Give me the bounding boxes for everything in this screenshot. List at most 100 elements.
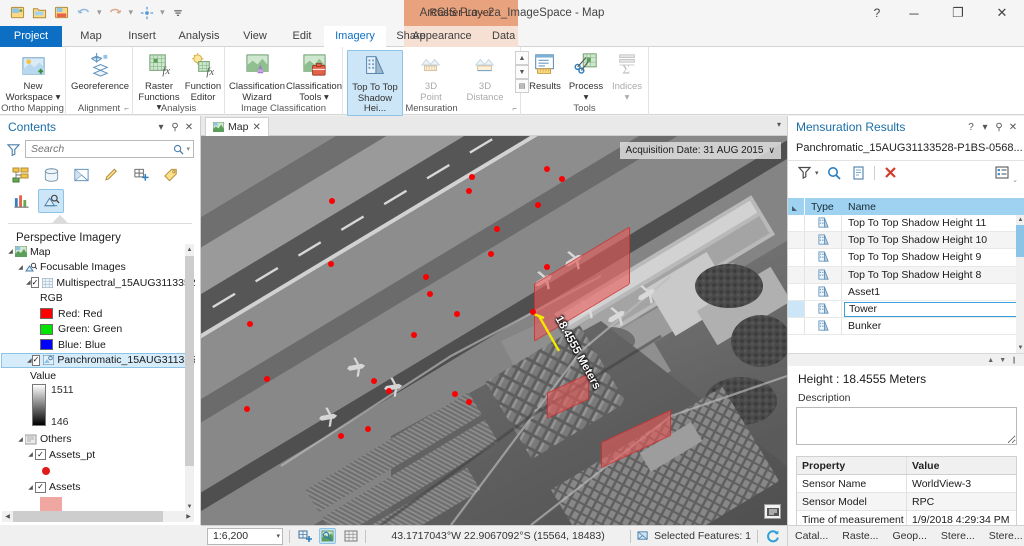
asset-point[interactable] (559, 176, 565, 182)
splitter-down-icon[interactable]: ▼ (999, 357, 1006, 364)
row-name[interactable]: Bunker (842, 320, 1024, 332)
row-selector[interactable] (788, 232, 805, 249)
layer-checkbox[interactable]: ✓ (30, 277, 40, 289)
table-row-selected[interactable]: Tower (788, 300, 1024, 319)
asset-point[interactable] (469, 174, 475, 180)
undo-icon[interactable] (74, 3, 93, 22)
tree-item-multispectral[interactable]: ◢ ✓ Multispectral_15AUG31133528-M (0, 275, 195, 291)
tab-imagery[interactable]: Imagery (324, 26, 386, 47)
tab-map[interactable]: Map (66, 26, 116, 47)
3d-point-button[interactable]: 3D Point (405, 50, 457, 103)
filter-funnel-icon[interactable] (6, 142, 21, 156)
open-project-icon[interactable] (30, 3, 49, 22)
asset-point[interactable] (386, 388, 392, 394)
tree-item-panchromatic[interactable]: ◢ ✓ Panchromatic_15AUG31133528-P (1, 352, 195, 368)
options-icon[interactable] (993, 164, 1010, 182)
alignment-dialog-launcher[interactable]: ⌐ (124, 104, 129, 113)
asset-point[interactable] (530, 309, 536, 315)
list-by-perspective-imagery-icon[interactable] (38, 189, 64, 213)
grid-column-type[interactable]: Type (805, 201, 842, 213)
select-by-rectangle-icon[interactable] (296, 528, 313, 544)
grid-view-icon[interactable] (342, 528, 359, 544)
row-selector[interactable] (788, 283, 805, 300)
asset-point[interactable] (329, 198, 335, 204)
search-dropdown-caret-icon[interactable]: ▾ (184, 145, 190, 153)
zoom-to-icon[interactable] (826, 164, 843, 182)
asset-point[interactable] (466, 188, 472, 194)
function-editor-button[interactable]: fx Function Editor (181, 50, 225, 103)
minimize-button[interactable]: ─ (892, 0, 936, 26)
asset-point[interactable] (454, 311, 460, 317)
expand-arrow-icon[interactable]: ◢ (16, 264, 25, 271)
list-by-labeling-icon[interactable] (158, 163, 184, 187)
help-icon[interactable]: ? (964, 122, 978, 133)
results-button[interactable]: Results (525, 50, 565, 93)
row-selector[interactable] (788, 318, 805, 335)
asset-point[interactable] (244, 406, 250, 412)
list-by-selection-icon[interactable] (68, 163, 94, 187)
asset-point[interactable] (328, 261, 334, 267)
pin-icon[interactable]: ⚲ (168, 122, 182, 133)
copy-icon[interactable] (850, 164, 867, 182)
tab-appearance[interactable]: Appearance (404, 26, 480, 47)
chevron-down-icon[interactable]: ▾ (276, 532, 280, 540)
table-row[interactable]: Top To Top Shadow Height 8 (788, 266, 1024, 284)
expand-arrow-icon[interactable]: ◢ (26, 451, 35, 458)
asset-point[interactable] (247, 321, 253, 327)
row-name[interactable]: Top To Top Shadow Height 10 (842, 234, 1024, 246)
row-selector[interactable] (788, 300, 805, 318)
expand-arrow-icon[interactable]: ◢ (26, 484, 35, 491)
search-icon[interactable] (173, 144, 185, 155)
asset-point[interactable] (371, 378, 377, 384)
classification-tools-button[interactable]: Classification Tools ▾ (285, 50, 343, 103)
explore-tool-icon[interactable] (319, 528, 336, 544)
tab-catalog[interactable]: Catal... (788, 526, 835, 546)
row-name[interactable]: Top To Top Shadow Height 11 (842, 217, 1024, 229)
asset-point[interactable] (466, 399, 472, 405)
tab-geoprocessing[interactable]: Geop... (885, 526, 933, 546)
tab-edit[interactable]: Edit (280, 26, 324, 47)
map-notes-icon[interactable] (764, 504, 781, 519)
asset-point[interactable] (452, 391, 458, 397)
asset-point[interactable] (365, 426, 371, 432)
tab-stereo-1[interactable]: Stere... (934, 526, 982, 546)
asset-point[interactable] (411, 332, 417, 338)
close-icon[interactable]: ✕ (182, 122, 196, 133)
pane-splitter[interactable]: ▲ ▼ ❙ (788, 353, 1024, 366)
customize-icon[interactable] (169, 3, 188, 22)
asset-point[interactable] (264, 376, 270, 382)
3d-distance-button[interactable]: 3D Distance (457, 50, 513, 103)
description-textarea[interactable] (796, 407, 1017, 445)
scroll-thumb[interactable] (185, 256, 194, 466)
asset-point[interactable] (535, 202, 541, 208)
locate-icon[interactable] (137, 3, 156, 22)
menu-caret-icon[interactable]: ▾ (978, 122, 992, 133)
save-project-icon[interactable] (8, 3, 27, 22)
table-row[interactable]: Asset1 (788, 283, 1024, 301)
expand-arrow-icon[interactable]: ◢ (6, 248, 15, 255)
layer-checkbox[interactable]: ✓ (31, 354, 41, 366)
delete-icon[interactable] (882, 164, 899, 182)
chevron-down-icon[interactable]: ∨ (768, 145, 775, 156)
row-name[interactable]: Top To Top Shadow Height 9 (842, 251, 1024, 263)
table-row[interactable]: Top To Top Shadow Height 10 (788, 232, 1024, 250)
toolbar-overflow-icon[interactable]: ⌄ (1012, 176, 1018, 184)
selected-features-indicator[interactable]: Selected Features: 1 (637, 530, 751, 542)
row-selector[interactable] (788, 215, 805, 232)
grid-corner-sort-icon[interactable] (788, 198, 805, 215)
mensuration-dialog-launcher[interactable]: ⌐ (512, 104, 517, 113)
scroll-thumb[interactable] (13, 511, 163, 522)
close-icon[interactable]: ✕ (252, 122, 260, 133)
table-row[interactable]: Top To Top Shadow Height 11 (788, 215, 1024, 233)
close-button[interactable]: ✕ (980, 0, 1024, 26)
menu-caret-icon[interactable]: ▾ (154, 122, 168, 133)
row-name[interactable]: Top To Top Shadow Height 8 (842, 269, 1024, 281)
asset-point[interactable] (488, 251, 494, 257)
filter-icon[interactable] (796, 164, 813, 182)
list-by-data-source-icon[interactable] (38, 163, 64, 187)
list-by-charts-icon[interactable] (8, 189, 34, 213)
tab-stereo-2[interactable]: Stere... (982, 526, 1024, 546)
classification-wizard-button[interactable]: Classification Wizard (227, 50, 287, 103)
table-row[interactable]: Top To Top Shadow Height 9 (788, 249, 1024, 267)
map-tab[interactable]: Map ✕ (205, 117, 269, 136)
